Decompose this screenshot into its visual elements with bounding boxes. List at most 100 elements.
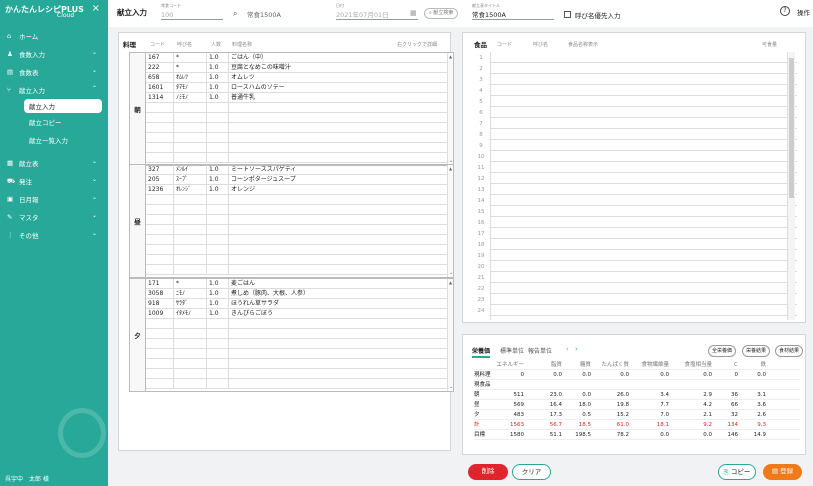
clear-button[interactable]: クリア	[512, 464, 551, 480]
table-row[interactable]: 171 * 1.0 麦ごはん	[146, 279, 447, 289]
close-icon[interactable]: ×	[92, 3, 100, 14]
sidebar-subitem-menu-copy[interactable]: 献立コピー	[0, 113, 108, 131]
table-row[interactable]	[146, 123, 447, 133]
scroll-up-icon[interactable]: ▲	[449, 54, 452, 59]
tab-standard-unit[interactable]: 標準単位	[500, 346, 524, 355]
table-row[interactable]	[146, 319, 447, 329]
table-row[interactable]: 658 ｵﾑﾚﾂ 1.0 オムレツ	[146, 73, 447, 83]
scrollbar[interactable]: ▲ ⌄	[447, 165, 453, 277]
table-row[interactable]: 13	[478, 185, 797, 195]
table-row[interactable]: 918 ｻﾗﾀﾞ 1.0 ほうれん草サラダ	[146, 299, 447, 309]
table-row[interactable]	[146, 153, 447, 163]
table-row[interactable]: 5	[479, 97, 797, 107]
tab-report-unit[interactable]: 報告単位	[528, 346, 552, 355]
table-row[interactable]: 222 * 1.0 豆腐となめこの味噌汁	[146, 63, 447, 73]
copy-button[interactable]: ⎘ コピー	[718, 464, 756, 480]
table-row[interactable]: 24	[478, 306, 797, 316]
scroll-up-icon[interactable]: ▲	[449, 166, 452, 171]
table-row[interactable]: 18	[478, 240, 797, 250]
nutrition-result-button[interactable]: 栄養結果	[742, 345, 771, 357]
table-row[interactable]	[146, 113, 447, 123]
help-icon[interactable]: ?	[780, 6, 790, 16]
sidebar-item-home[interactable]: ⌂ ホーム	[0, 27, 108, 45]
table-row[interactable]: 7	[479, 119, 797, 129]
table-row[interactable]: 1314 ﾉﾐﾓﾉ 1.0 普通牛乳	[146, 93, 447, 103]
table-row[interactable]	[146, 133, 447, 143]
table-row[interactable]	[146, 195, 447, 205]
sidebar-item-other[interactable]: ⋮ その他 ⌄	[0, 226, 108, 244]
table-row[interactable]	[146, 349, 447, 359]
search-icon[interactable]: ⌕	[233, 9, 237, 19]
table-row[interactable]: 205 ｽｰﾌﾟ 1.0 コーンポタージュスープ	[146, 175, 447, 185]
priority-checkbox[interactable]	[564, 11, 571, 18]
table-row[interactable]	[146, 143, 447, 153]
calendar-icon[interactable]: ▦	[410, 9, 417, 17]
table-row[interactable]: 14	[478, 196, 797, 206]
code-field[interactable]: 100	[161, 10, 223, 20]
menu-name-field[interactable]: 常食1500A	[247, 10, 325, 20]
scrollbar[interactable]	[787, 52, 795, 320]
table-row[interactable]	[146, 379, 447, 389]
table-row[interactable]: 1601 ﾀﾏﾓﾉ 1.0 ロースハムのソテー	[146, 83, 447, 93]
scrollbar[interactable]: ▲ ⌄	[447, 53, 453, 165]
scroll-down-icon[interactable]: ⌄	[449, 384, 453, 390]
scroll-up-icon[interactable]: ▲	[449, 280, 452, 285]
scroll-down-icon[interactable]: ⌄	[449, 270, 453, 276]
sidebar-item-menu-input[interactable]: ⑂ 献立入力 ⌃	[0, 81, 108, 99]
sidebar-subitem-menu-input[interactable]: 献立入力	[24, 99, 102, 113]
table-row[interactable]: 21	[478, 273, 797, 283]
table-row[interactable]	[146, 103, 447, 113]
sidebar-item-reports[interactable]: ▣ 日月報 ⌄	[0, 190, 108, 208]
table-row[interactable]: 6	[479, 108, 797, 118]
scrollbar-thumb[interactable]	[789, 58, 794, 198]
operation-hint[interactable]: 操作	[797, 7, 810, 17]
table-row[interactable]	[146, 369, 447, 379]
table-row[interactable]: 167 * 1.0 ごはん（中）	[146, 53, 447, 63]
sidebar-item-order[interactable]: ⛟ 発注 ⌄	[0, 172, 108, 190]
table-row[interactable]: 12	[478, 174, 797, 184]
table-row[interactable]: 17	[478, 229, 797, 239]
table-row[interactable]: 10	[478, 152, 797, 162]
table-row[interactable]	[146, 205, 447, 215]
table-row[interactable]	[146, 329, 447, 339]
table-row[interactable]: 8	[479, 130, 797, 140]
table-row[interactable]: 2	[479, 64, 797, 74]
table-row[interactable]	[146, 225, 447, 235]
table-row[interactable]	[146, 235, 447, 245]
menu-search-button[interactable]: ⌕ 献立検索	[424, 8, 459, 19]
table-row[interactable]	[146, 265, 447, 275]
sidebar-item-meal-count-input[interactable]: ♟ 食数入力 ⌄	[0, 45, 108, 63]
table-row[interactable]: 1236 ｵﾚﾝｼﾞ 1.0 オレンジ	[146, 185, 447, 195]
tab-nutrition-value[interactable]: 栄養価	[472, 346, 491, 358]
sidebar-subitem-menu-list-input[interactable]: 献立一覧入力	[0, 131, 108, 149]
chevron-right-icon[interactable]: ›	[575, 345, 578, 353]
table-row[interactable]: 9	[479, 141, 797, 151]
table-row[interactable]: 16	[478, 218, 797, 228]
table-row[interactable]: 1	[479, 53, 797, 63]
table-row[interactable]	[146, 339, 447, 349]
sidebar-item-meal-count-table[interactable]: ▤ 食数表 ⌄	[0, 63, 108, 81]
scrollbar[interactable]: ▲ ⌄	[447, 279, 453, 391]
table-row[interactable]: 22	[478, 284, 797, 294]
ingredient-result-button[interactable]: 食材結果	[775, 345, 804, 357]
table-row[interactable]	[146, 245, 447, 255]
table-row[interactable]: 19	[478, 251, 797, 261]
delete-button[interactable]: 削除	[468, 464, 508, 480]
sidebar-item-menu-table[interactable]: ▦ 献立表 ⌄	[0, 154, 108, 172]
menu-title-field[interactable]: 常食1500A	[472, 10, 554, 20]
table-row[interactable]: 11	[478, 163, 797, 173]
table-row[interactable]: 20	[478, 262, 797, 272]
table-row[interactable]	[146, 215, 447, 225]
table-row[interactable]: 15	[478, 207, 797, 217]
all-nutrition-button[interactable]: 全栄養価	[708, 345, 737, 357]
sidebar-item-master[interactable]: ✎ マスタ ⌄	[0, 208, 108, 226]
table-row[interactable]: 4	[479, 86, 797, 96]
register-button[interactable]: ▤ 登録	[763, 464, 802, 480]
chevron-left-icon[interactable]: ‹	[566, 345, 569, 353]
table-row[interactable]	[146, 359, 447, 369]
table-row[interactable]: 327 ﾒﾝﾙｲ 1.0 ミートソーススパゲティ	[146, 165, 447, 175]
table-row[interactable]: 3	[479, 75, 797, 85]
table-row[interactable]: 23	[478, 295, 797, 305]
table-row[interactable]: 3058 ﾆﾓﾉ 1.0 煮しめ（豚肉、大根、人参）	[146, 289, 447, 299]
table-row[interactable]	[146, 255, 447, 265]
